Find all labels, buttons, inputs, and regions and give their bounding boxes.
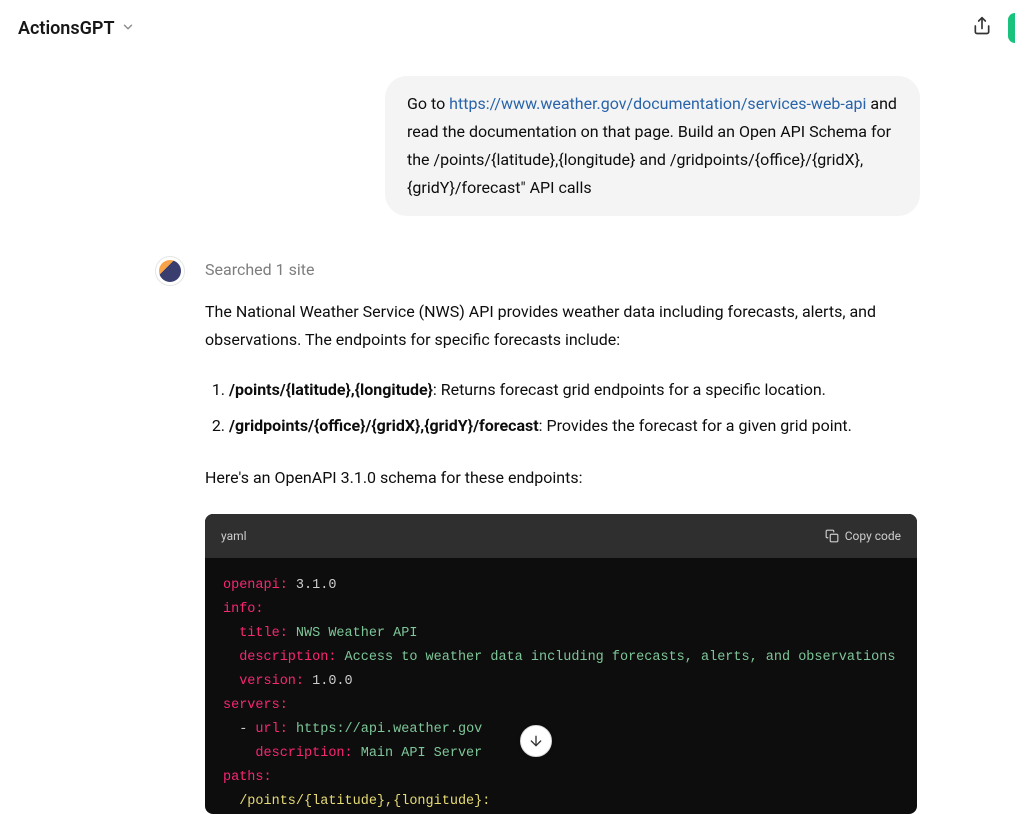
code-lang-label: yaml <box>221 522 247 550</box>
header-actions <box>972 13 1012 43</box>
conversation: Go to https://www.weather.gov/documentat… <box>0 56 1030 814</box>
copy-code-label: Copy code <box>845 522 901 550</box>
search-status: Searched 1 site <box>205 256 920 284</box>
user-text-prefix: Go to <box>407 94 449 113</box>
user-message-row: Go to https://www.weather.gov/documentat… <box>0 76 1030 216</box>
code-content: openapi: 3.1.0 info: title: NWS Weather … <box>205 558 917 814</box>
app-title: ActionsGPT <box>18 18 115 39</box>
code-block: yaml Copy code openapi: 3.1.0 info: titl… <box>205 514 917 814</box>
assistant-outro: Here's an OpenAPI 3.1.0 schema for these… <box>205 464 920 492</box>
copy-code-button[interactable]: Copy code <box>825 522 901 550</box>
code-header: yaml Copy code <box>205 514 917 558</box>
endpoint-path: /gridpoints/{office}/{gridX},{gridY}/for… <box>229 416 539 435</box>
list-item: /points/{latitude},{longitude}: Returns … <box>229 376 920 404</box>
copy-icon <box>825 529 839 543</box>
endpoint-list: /points/{latitude},{longitude}: Returns … <box>205 376 920 440</box>
endpoint-desc: : Returns forecast grid endpoints for a … <box>433 380 826 399</box>
assistant-avatar-icon <box>159 260 181 282</box>
header: ActionsGPT <box>0 0 1030 56</box>
arrow-down-icon <box>528 733 544 749</box>
endpoint-desc: : Provides the forecast for a given grid… <box>539 416 852 435</box>
assistant-intro: The National Weather Service (NWS) API p… <box>205 298 920 354</box>
user-avatar[interactable] <box>1008 13 1015 43</box>
user-message: Go to https://www.weather.gov/documentat… <box>385 76 920 216</box>
chevron-down-icon <box>121 19 135 38</box>
assistant-message-row: Searched 1 site The National Weather Ser… <box>0 256 1030 814</box>
user-link[interactable]: https://www.weather.gov/documentation/se… <box>449 94 866 113</box>
share-icon[interactable] <box>972 16 992 40</box>
scroll-to-bottom-button[interactable] <box>520 725 552 757</box>
assistant-message: Searched 1 site The National Weather Ser… <box>205 256 920 814</box>
assistant-avatar <box>155 256 185 286</box>
model-switcher[interactable]: ActionsGPT <box>18 18 135 39</box>
list-item: /gridpoints/{office}/{gridX},{gridY}/for… <box>229 412 920 440</box>
endpoint-path: /points/{latitude},{longitude} <box>229 380 433 399</box>
